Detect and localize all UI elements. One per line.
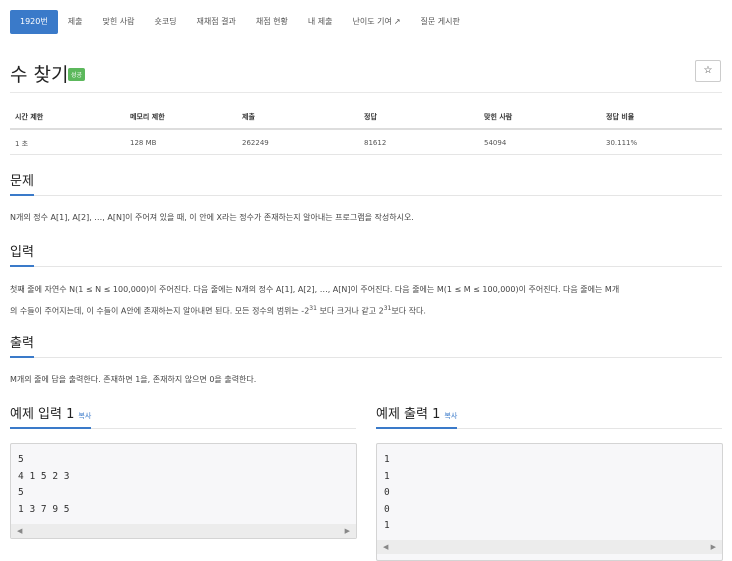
tab-solved-users[interactable]: 맞힌 사람 [92,10,144,34]
tab-problem[interactable]: 1920번 [10,10,58,34]
problem-description: N개의 정수 A[1], A[2], …, A[N]이 주어져 있을 때, 이 … [10,213,414,222]
scroll-right-icon[interactable]: ▶ [711,543,716,551]
tab-rejudge[interactable]: 재채점 결과 [187,10,246,34]
problem-section-header: 문제 [10,170,722,196]
tab-short-coding[interactable]: 숏코딩 [144,10,186,34]
header-memory-limit: 메모리 제한 [130,113,165,121]
header-submissions: 제출 [242,113,255,121]
example-output-content: 1 1 0 0 1 [384,454,390,531]
tab-my-submissions[interactable]: 내 제출 [298,10,343,34]
input-description: 첫째 줄에 자연수 N(1 ≤ N ≤ 100,000)이 주어진다. 다음 줄… [10,280,722,321]
example-input-heading: 예제 입력 1 복사 [10,403,92,429]
tab-difficulty[interactable]: 난이도 기여 ↗ [343,10,411,34]
header-solved-users: 맞힌 사람 [484,113,513,121]
output-section-header: 출력 [10,332,722,358]
table-row: 1 초 128 MB 262249 81612 54094 30.111% [10,130,722,155]
title-row: 수 찾기 성공 ☆ [10,58,722,93]
table-header-row: 시간 제한 메모리 제한 제출 정답 맞힌 사람 정답 비율 [10,106,722,130]
tab-difficulty-label: 난이도 기여 [352,17,392,26]
divider [10,266,722,267]
problem-heading: 문제 [10,170,34,196]
header-accept-ratio: 정답 비율 [606,113,635,121]
submissions-value: 262249 [242,139,269,147]
example-input-content: 5 4 1 5 2 3 5 1 3 7 9 5 [18,454,70,515]
scroll-left-icon[interactable]: ◀ [383,543,388,551]
header-accepted: 정답 [364,113,377,121]
accept-ratio-value: 30.111% [606,139,638,147]
copy-output-button[interactable]: 복사 [444,412,457,420]
star-icon: ☆ [703,65,713,76]
status-badge: 성공 [68,68,86,81]
copy-input-button[interactable]: 복사 [78,412,91,420]
input-section-header: 입력 [10,241,722,267]
divider [10,195,722,196]
input-text-c: 보다 작다. [391,306,426,316]
scroll-left-icon[interactable]: ◀ [17,527,22,535]
memory-limit-value: 128 MB [130,139,157,147]
input-text-b: 보다 크거나 같고 2 [316,306,384,316]
example-input-header: 예제 입력 1 복사 [10,403,356,429]
solved-users-value: 54094 [484,139,507,147]
input-line-1: 첫째 줄에 자연수 N(1 ≤ N ≤ 100,000)이 주어진다. 다음 줄… [10,285,620,294]
header-time-limit: 시간 제한 [15,113,44,121]
example-input-box: 5 4 1 5 2 3 5 1 3 7 9 5 ◀ ▶ [10,443,357,539]
tab-qna-board[interactable]: 질문 게시판 [411,10,470,34]
divider [10,357,722,358]
output-heading: 출력 [10,332,34,358]
example-output-heading: 예제 출력 1 복사 [376,403,458,429]
example-output-header: 예제 출력 1 복사 [376,403,722,429]
time-limit-value: 1 초 [15,140,29,148]
input-text-a: 의 수들이 주어지는데, 이 수들이 A안에 존재하는지 알아내면 된다. 모든… [10,306,310,316]
horizontal-scrollbar[interactable]: ◀ ▶ [11,524,356,538]
input-line-2: 의 수들이 주어지는데, 이 수들이 A안에 존재하는지 알아내면 된다. 모든… [10,299,722,321]
tab-submit[interactable]: 제출 [58,10,93,34]
external-link-icon: ↗ [393,17,401,26]
accepted-value: 81612 [364,139,387,147]
output-description: M개의 줄에 답을 출력한다. 존재하면 1을, 존재하지 않으면 0을 출력한… [10,375,257,384]
example-output-title: 예제 출력 1 [376,407,441,422]
page-title: 수 찾기 [10,64,69,86]
scroll-right-icon[interactable]: ▶ [345,527,350,535]
exponent-1: 31 [309,305,317,312]
input-heading: 입력 [10,241,34,267]
problem-tabs: 1920번 제출 맞힌 사람 숏코딩 재채점 결과 채점 현황 내 제출 난이도… [10,10,722,34]
tab-status[interactable]: 채점 현황 [246,10,298,34]
problem-info-table: 시간 제한 메모리 제한 제출 정답 맞힌 사람 정답 비율 1 초 128 M… [10,106,722,155]
star-button[interactable]: ☆ [695,60,721,82]
example-input-title: 예제 입력 1 [10,407,75,422]
example-output-box: 1 1 0 0 1 ◀ ▶ [376,443,723,561]
